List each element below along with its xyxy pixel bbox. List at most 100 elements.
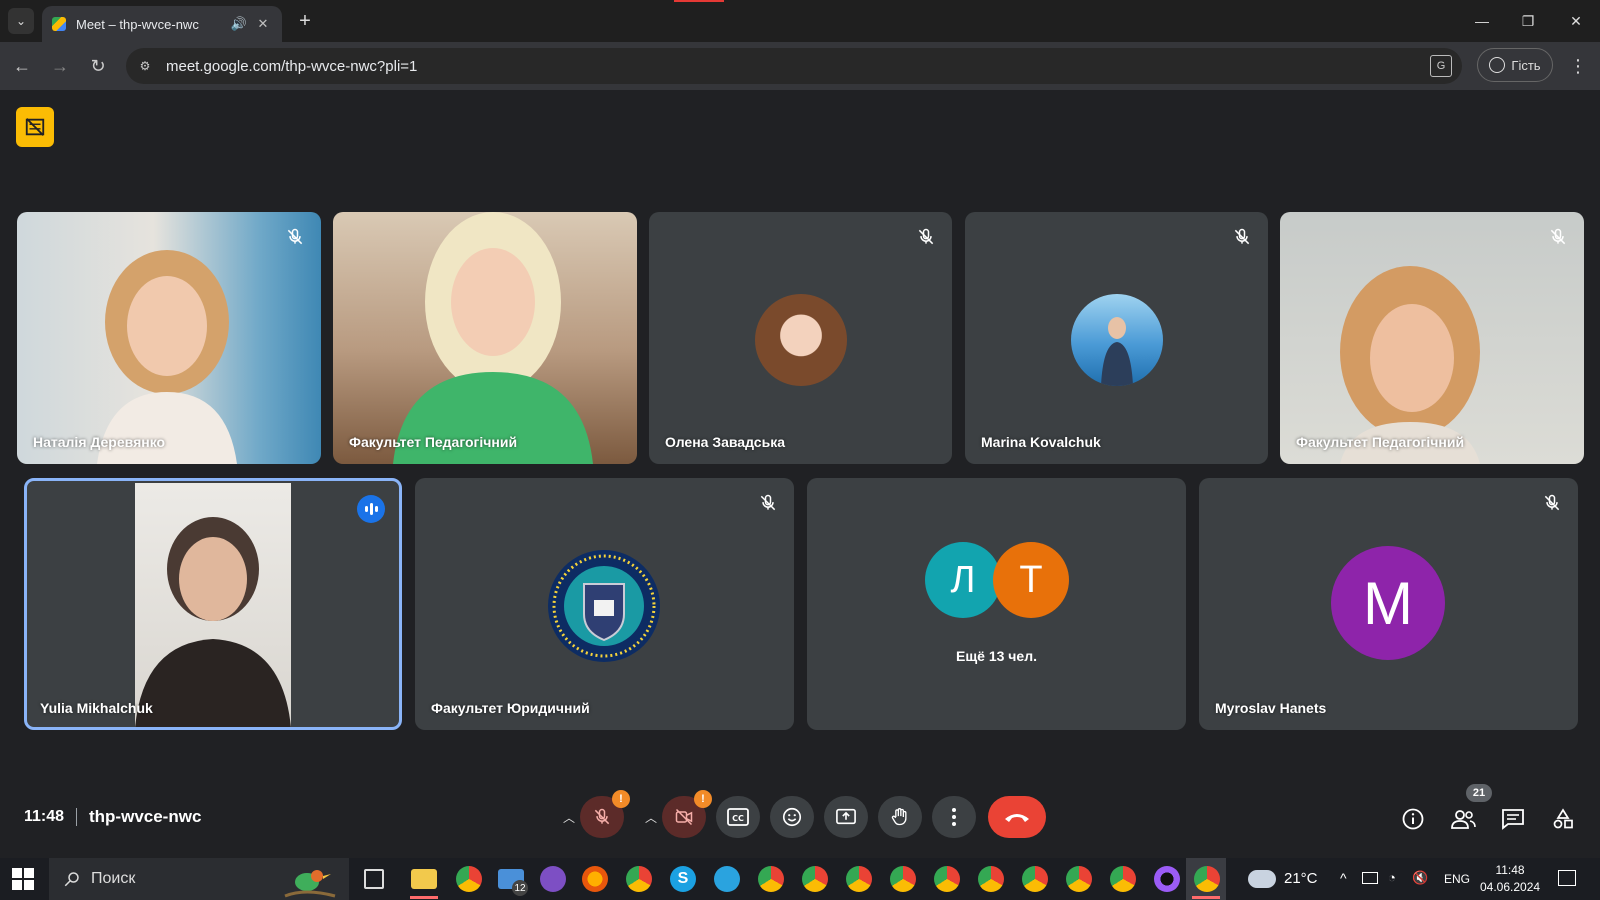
chrome-profile-icon[interactable] — [802, 866, 828, 892]
tab-search-dropdown-icon[interactable]: ⌄ — [8, 8, 34, 34]
translate-icon[interactable]: G — [1430, 55, 1452, 77]
people-button[interactable] — [1450, 806, 1476, 832]
chrome-profile-icon[interactable] — [1022, 866, 1048, 892]
activities-button[interactable] — [1550, 806, 1576, 832]
tray-chevron-icon[interactable]: ^ — [1340, 870, 1347, 886]
people-count-badge: 21 — [1466, 784, 1492, 802]
chrome-profile-icon[interactable] — [1110, 866, 1136, 892]
participant-tile[interactable]: Наталія Деревянко — [17, 212, 321, 464]
search-icon — [64, 872, 79, 887]
minimize-button[interactable]: — — [1468, 8, 1496, 34]
system-clock[interactable]: 11:48 04.06.2024 — [1480, 862, 1540, 896]
present-screen-button[interactable] — [824, 796, 868, 838]
battery-icon[interactable] — [1362, 872, 1378, 884]
address-bar[interactable]: ⚙ meet.google.com/thp-wvce-nwc?pli=1 G — [126, 48, 1462, 84]
task-view-icon[interactable] — [364, 869, 384, 889]
participant-name: Факультет Педагогічний — [349, 434, 518, 450]
others-count-label: Ещё 13 чел. — [956, 648, 1037, 664]
chrome-profile-icon[interactable] — [758, 866, 784, 892]
chrome-icon[interactable] — [456, 866, 482, 892]
viber-icon[interactable] — [540, 866, 566, 892]
no-video-badge-icon[interactable] — [16, 107, 54, 147]
url-text[interactable]: meet.google.com/thp-wvce-nwc?pli=1 — [166, 58, 1430, 75]
reactions-button[interactable] — [770, 796, 814, 838]
skype-icon[interactable]: S — [670, 866, 696, 892]
telegram-icon[interactable] — [714, 866, 740, 892]
raise-hand-button[interactable] — [878, 796, 922, 838]
volume-muted-icon[interactable]: 🔇 — [1412, 870, 1428, 886]
activities-icon — [1553, 808, 1573, 829]
browser-tab-bar: ⌄ Meet – thp-wvce-nwc 🔊 ✕ + — ❐ ✕ — [0, 0, 1600, 42]
people-icon — [1451, 810, 1476, 829]
restore-button[interactable]: ❐ — [1514, 8, 1542, 34]
wifi-icon[interactable]: ◔ — [1388, 870, 1396, 885]
browser-toolbar: ← → ↻ ⚙ meet.google.com/thp-wvce-nwc?pli… — [0, 42, 1600, 90]
forward-button[interactable]: → — [48, 54, 72, 78]
participant-name: Наталія Деревянко — [33, 434, 166, 450]
present-icon — [836, 808, 856, 825]
site-info-icon[interactable]: ⚙ — [132, 53, 158, 79]
file-explorer-icon[interactable] — [411, 869, 437, 889]
mic-warning-badge: ! — [612, 790, 630, 808]
browser-menu-icon[interactable]: ⋮ — [1566, 54, 1590, 78]
chrome-active-icon[interactable] — [1194, 866, 1220, 892]
weather-temperature[interactable]: 21°C — [1284, 870, 1318, 887]
weather-cloud-icon[interactable] — [1248, 870, 1276, 888]
chrome-profile-icon[interactable] — [626, 866, 652, 892]
divider — [76, 808, 77, 826]
active-app-indicator — [410, 896, 438, 899]
participant-tile[interactable]: Факультет Педагогічний — [333, 212, 637, 464]
hand-icon — [891, 808, 907, 826]
participant-tile[interactable]: Олена Завадська — [649, 212, 952, 464]
participant-name: Myroslav Hanets — [1215, 700, 1327, 716]
tab-audio-icon[interactable]: 🔊 — [230, 15, 248, 33]
chrome-profile-icon[interactable] — [934, 866, 960, 892]
more-options-button[interactable] — [932, 796, 976, 838]
svg-text:CC: CC — [732, 814, 744, 823]
participant-tile[interactable]: Факультет Юридичний — [415, 478, 794, 730]
participant-avatar — [755, 294, 847, 386]
windows-taskbar: Поиск 12 S 21°C ^ ◔ 🔇 ENG 11:48 04.06.20… — [0, 858, 1600, 900]
mic-off-icon — [1234, 228, 1250, 245]
tab-close-icon[interactable]: ✕ — [254, 15, 272, 33]
chrome-profile-icon[interactable] — [1066, 866, 1092, 892]
browser-tab-meet[interactable]: Meet – thp-wvce-nwc 🔊 ✕ — [42, 6, 282, 42]
leave-call-button[interactable] — [988, 796, 1046, 838]
taskbar-search-box[interactable]: Поиск — [49, 858, 349, 900]
participant-tile[interactable]: Факультет Педагогічний — [1280, 212, 1584, 464]
firefox-icon[interactable] — [582, 866, 608, 892]
tor-browser-icon[interactable] — [1154, 866, 1180, 892]
chrome-profile-icon[interactable] — [978, 866, 1004, 892]
chat-icon — [1502, 809, 1524, 830]
mic-off-icon — [918, 228, 934, 245]
participant-name: Marina Kovalchuk — [981, 434, 1101, 450]
profile-guest-button[interactable]: Гість — [1477, 48, 1553, 82]
captions-button[interactable]: CC — [716, 796, 760, 838]
active-speaker-tile[interactable]: Yulia Mikhalchuk — [24, 478, 402, 730]
chrome-profile-icon[interactable] — [846, 866, 872, 892]
notifications-icon[interactable] — [1558, 870, 1576, 886]
participant-avatar: M — [1331, 546, 1445, 660]
participant-tile[interactable]: M Myroslav Hanets — [1199, 478, 1578, 730]
camera-toggle-button[interactable]: ! — [662, 790, 712, 838]
video-options-chevron-icon[interactable]: ︿ — [642, 808, 660, 826]
mic-off-icon — [287, 228, 303, 245]
others-avatar: Т — [993, 542, 1069, 618]
emoji-icon — [782, 807, 802, 827]
hang-up-icon — [1005, 814, 1029, 822]
new-tab-button[interactable]: + — [294, 10, 316, 32]
chat-button[interactable] — [1500, 806, 1526, 832]
mic-toggle-button[interactable]: ! — [580, 790, 630, 838]
audio-options-chevron-icon[interactable]: ︿ — [560, 808, 578, 826]
close-window-button[interactable]: ✕ — [1562, 8, 1590, 34]
mic-off-icon — [1550, 228, 1566, 245]
input-language[interactable]: ENG — [1444, 872, 1470, 886]
meeting-details-button[interactable] — [1400, 806, 1426, 832]
meet-favicon-icon — [52, 17, 66, 31]
chrome-profile-icon[interactable] — [890, 866, 916, 892]
others-tile[interactable]: Л Т Ещё 13 чел. — [807, 478, 1186, 730]
participant-tile[interactable]: Marina Kovalchuk — [965, 212, 1268, 464]
reload-button[interactable]: ↻ — [86, 54, 110, 78]
windows-start-icon[interactable] — [12, 868, 34, 890]
back-button[interactable]: ← — [10, 54, 34, 78]
